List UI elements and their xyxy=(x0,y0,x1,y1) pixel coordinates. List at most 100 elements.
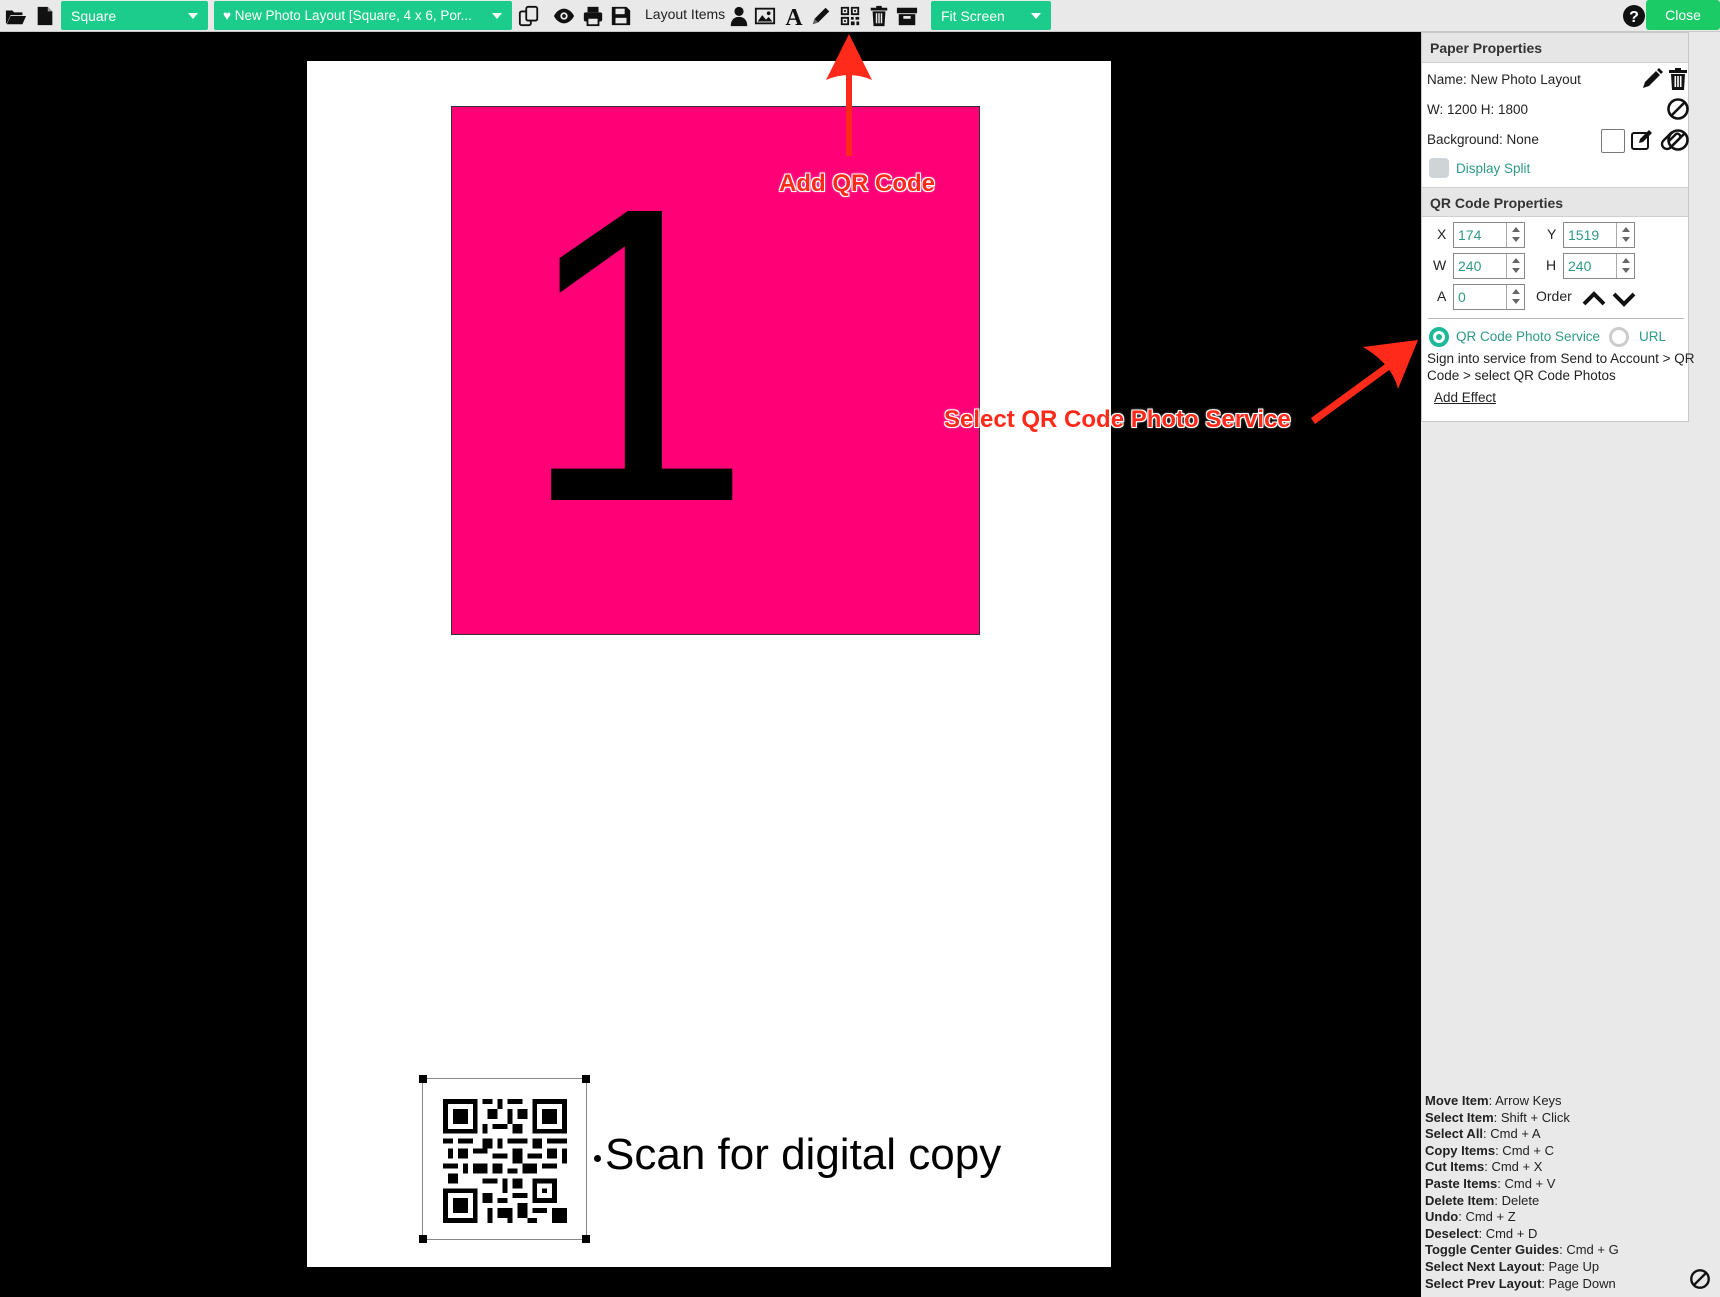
shortcut-item: Delete Item: Delete xyxy=(1425,1193,1619,1210)
keyboard-shortcuts: Move Item: Arrow Keys Select Item: Shift … xyxy=(1425,1093,1619,1292)
shortcut-value: : Arrow Keys xyxy=(1488,1093,1562,1108)
qr-photo-service-radio[interactable] xyxy=(1429,327,1449,347)
shortcut-key: Cut Items xyxy=(1425,1159,1485,1175)
paper-background: Background: None xyxy=(1427,132,1539,147)
select-service-annotation: Select QR Code Photo Service xyxy=(944,406,1291,433)
y-position-input[interactable]: 1519 xyxy=(1563,222,1635,248)
paper-size-select[interactable]: Square xyxy=(61,1,208,30)
add-effect-link[interactable]: Add Effect xyxy=(1434,390,1496,405)
qr-code-item[interactable] xyxy=(419,1075,590,1243)
qr-caption-text[interactable]: Scan for digital copy xyxy=(605,1130,1001,1180)
layout-select[interactable]: ♥ New Photo Layout [Square, 4 x 6, Por..… xyxy=(214,1,512,30)
display-split-label[interactable]: Display Split xyxy=(1456,161,1530,176)
preview-eye-icon[interactable] xyxy=(551,3,577,29)
close-button[interactable]: Close xyxy=(1646,0,1720,30)
stepper-arrows[interactable] xyxy=(1616,223,1634,247)
shortcut-value: : Cmd + D xyxy=(1478,1225,1538,1241)
shortcut-item: Move Item: Arrow Keys xyxy=(1425,1093,1619,1110)
shortcut-value: : Cmd + A xyxy=(1483,1126,1541,1142)
angle-input[interactable]: 0 xyxy=(1453,284,1525,310)
add-qr-code-annotation: Add QR Code xyxy=(779,170,935,197)
shortcut-key: Select All xyxy=(1425,1126,1484,1142)
x-label: X xyxy=(1437,226,1447,242)
shortcut-item: Deselect: Cmd + D xyxy=(1425,1226,1619,1243)
order-up-chevron-icon[interactable] xyxy=(1582,287,1606,311)
stepper-arrows[interactable] xyxy=(1506,285,1524,309)
zoom-select[interactable]: Fit Screen xyxy=(931,1,1051,30)
shortcut-item: Select All: Cmd + A xyxy=(1425,1126,1619,1143)
service-hint-line2: Code > select QR Code Photos xyxy=(1427,368,1616,383)
edit-pencil-icon[interactable] xyxy=(1640,67,1664,91)
shortcut-item: Select Prev Layout: Page Down xyxy=(1425,1276,1619,1293)
delete-trash-icon[interactable] xyxy=(1666,67,1690,91)
shortcut-value: : Page Down xyxy=(1541,1275,1616,1291)
shortcut-key: Select Prev Layout xyxy=(1425,1275,1542,1291)
resize-handle[interactable] xyxy=(419,1075,427,1083)
qr-code-icon xyxy=(443,1099,567,1223)
shortcut-item: Select Next Layout: Page Up xyxy=(1425,1259,1619,1276)
h-label: H xyxy=(1546,257,1557,273)
divider xyxy=(1428,318,1684,319)
shortcut-item: Select Item: Shift + Click xyxy=(1425,1110,1619,1127)
add-person-icon[interactable] xyxy=(726,3,752,29)
order-down-chevron-icon[interactable] xyxy=(1612,287,1636,311)
add-qr-code-icon[interactable] xyxy=(837,3,863,29)
background-color-swatch[interactable] xyxy=(1601,129,1625,153)
paper-size-value: Square xyxy=(71,7,117,24)
url-radio[interactable] xyxy=(1609,327,1629,347)
reset-disable-icon[interactable] xyxy=(1666,128,1690,152)
chevron-down-icon xyxy=(1031,13,1041,19)
resize-handle[interactable] xyxy=(582,1235,590,1243)
shortcut-value: : Cmd + G xyxy=(1559,1242,1619,1258)
add-drawing-pencil-icon[interactable] xyxy=(808,3,834,29)
stepper-arrows[interactable] xyxy=(1506,223,1524,247)
shortcut-key: Move Item xyxy=(1425,1093,1489,1108)
paper-size: W: 1200 H: 1800 xyxy=(1427,102,1529,117)
shortcut-key: Copy Items xyxy=(1425,1142,1496,1158)
save-icon[interactable] xyxy=(608,3,634,29)
x-position-value: 174 xyxy=(1458,227,1482,243)
shortcut-key: Select Item xyxy=(1425,1109,1494,1125)
archive-icon[interactable] xyxy=(894,3,920,29)
shortcut-value: : Cmd + X xyxy=(1484,1159,1543,1175)
x-position-input[interactable]: 174 xyxy=(1453,222,1525,248)
order-label: Order xyxy=(1536,288,1572,304)
height-input[interactable]: 240 xyxy=(1563,253,1635,279)
width-value: 240 xyxy=(1458,258,1482,274)
print-icon[interactable] xyxy=(580,3,606,29)
width-input[interactable]: 240 xyxy=(1453,253,1525,279)
duplicate-icon[interactable] xyxy=(516,3,542,29)
resize-handle[interactable] xyxy=(419,1235,427,1243)
toolbar: Square ♥ New Photo Layout [Square, 4 x 6… xyxy=(0,0,1720,32)
shortcut-key: Undo xyxy=(1425,1209,1459,1225)
shortcut-key: Paste Items xyxy=(1425,1175,1498,1191)
shortcut-key: Toggle Center Guides xyxy=(1425,1242,1560,1258)
resize-handle[interactable] xyxy=(582,1075,590,1083)
help-icon[interactable]: ? xyxy=(1622,4,1646,28)
photo-placeholder-number: 1 xyxy=(519,121,753,590)
url-label[interactable]: URL xyxy=(1639,329,1666,344)
stepper-arrows[interactable] xyxy=(1506,254,1524,278)
edit-background-icon[interactable] xyxy=(1630,128,1654,152)
add-text-icon[interactable]: A xyxy=(781,3,807,29)
reset-disable-icon[interactable] xyxy=(1689,1268,1711,1290)
qr-photo-service-label[interactable]: QR Code Photo Service xyxy=(1456,329,1600,344)
display-split-checkbox[interactable] xyxy=(1429,158,1449,178)
qr-properties-header: QR Code Properties xyxy=(1422,187,1688,217)
new-file-icon[interactable] xyxy=(32,3,58,29)
svg-text:A: A xyxy=(785,5,803,27)
zoom-select-value: Fit Screen xyxy=(941,7,1005,24)
reset-disable-icon[interactable] xyxy=(1666,97,1690,121)
service-hint-line1: Sign into service from Send to Account >… xyxy=(1427,351,1695,366)
delete-trash-icon[interactable] xyxy=(866,3,892,29)
layout-select-value: ♥ New Photo Layout [Square, 4 x 6, Por..… xyxy=(223,8,472,23)
add-image-icon[interactable] xyxy=(752,3,778,29)
shortcut-value: : Cmd + C xyxy=(1495,1142,1554,1158)
stepper-arrows[interactable] xyxy=(1616,254,1634,278)
arrow-diagonal-annotation xyxy=(1311,340,1418,424)
shortcut-key: Select Next Layout xyxy=(1425,1258,1542,1274)
shortcut-item: Toggle Center Guides: Cmd + G xyxy=(1425,1242,1619,1259)
shortcut-value: : Delete xyxy=(1494,1192,1540,1208)
open-folder-icon[interactable] xyxy=(3,3,29,29)
shortcut-item: Undo: Cmd + Z xyxy=(1425,1209,1619,1226)
